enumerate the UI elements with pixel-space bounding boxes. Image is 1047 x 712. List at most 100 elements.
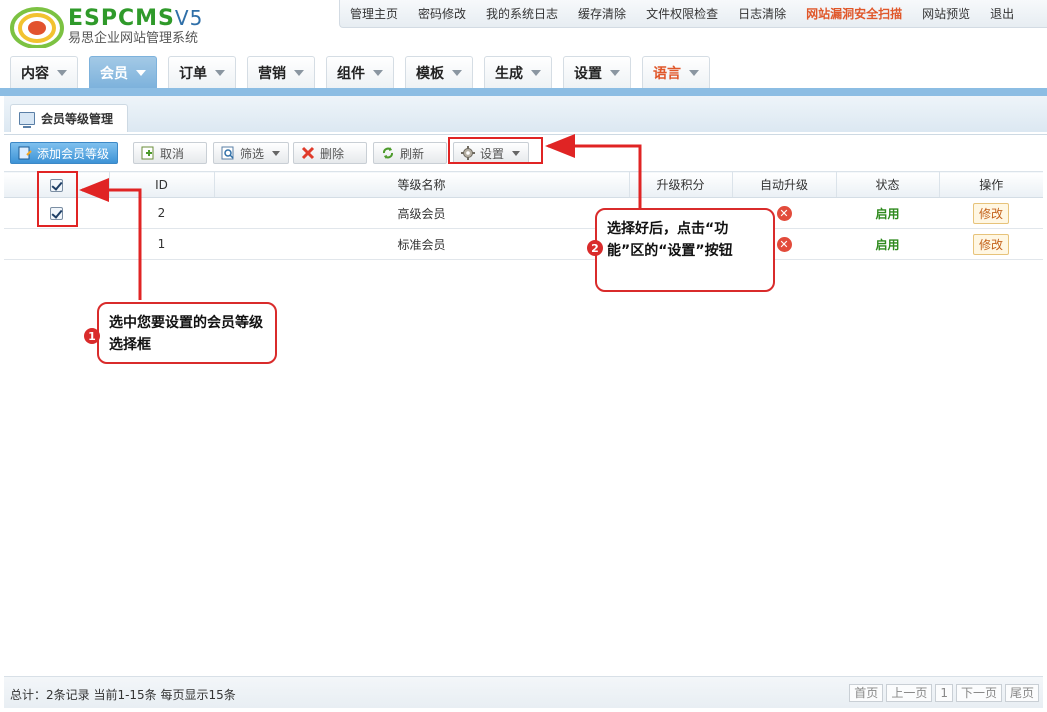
- table-row: 1 标准会员 ✕ 启用 修改: [4, 228, 1043, 260]
- refresh-button[interactable]: 刷新: [373, 142, 447, 164]
- header-status: 状态: [836, 171, 940, 198]
- footer-bar: 总计：2条记录 当前1-15条 每页显示15条 首页 上一页 1 下一页 尾页: [4, 676, 1043, 708]
- header-id: ID: [109, 171, 215, 198]
- cell-status: 启用: [836, 197, 939, 229]
- nav-tab-label: 设置: [574, 65, 602, 82]
- refresh-label: 刷新: [400, 146, 425, 161]
- filter-label: 筛选: [240, 146, 265, 161]
- delete-button[interactable]: 删除: [293, 142, 367, 164]
- add-member-level-label: 添加会员等级: [37, 146, 110, 161]
- toplink-home[interactable]: 管理主页: [350, 5, 398, 22]
- disabled-x-icon[interactable]: ✕: [776, 205, 792, 221]
- toplink-clear-log[interactable]: 日志清除: [738, 5, 786, 22]
- panel-tab-title: 会员等级管理: [41, 112, 114, 126]
- pager-prev-button[interactable]: 上一页: [886, 684, 933, 702]
- nav-tab-components[interactable]: 组件: [326, 56, 394, 88]
- nav-tab-label: 订单: [179, 65, 207, 82]
- filter-icon: [220, 145, 236, 161]
- monitor-icon: [19, 112, 35, 128]
- table-row: 2 高级会员 100 ✕ 启用 修改: [4, 197, 1043, 229]
- callout-step2-text: 选择好后，点击“功能”区的“设置”按钮: [607, 221, 733, 259]
- status-label[interactable]: 启用: [875, 238, 899, 252]
- cancel-label: 取消: [160, 146, 185, 161]
- panel-tab-member-level[interactable]: 会员等级管理: [10, 104, 129, 132]
- cell-id: 2: [109, 197, 214, 229]
- table-header-row: ID 等级名称 升级积分 自动升级 状态 操作: [4, 171, 1043, 198]
- chevron-down-icon: [215, 69, 225, 76]
- cell-status: 启用: [836, 228, 939, 260]
- edit-button[interactable]: 修改: [972, 233, 1009, 255]
- delete-icon: [300, 145, 316, 161]
- cancel-button[interactable]: 取消: [133, 142, 207, 164]
- step1-badge: 1: [84, 328, 100, 344]
- pager-last-button[interactable]: 尾页: [1004, 684, 1039, 702]
- pager-current-page[interactable]: 1: [935, 684, 953, 702]
- filter-button[interactable]: 筛选: [213, 142, 290, 164]
- nav-tab-label: 生成: [495, 65, 523, 82]
- top-links-bar: 管理主页 密码修改 我的系统日志 缓存清除 文件权限检查 日志清除 网站漏洞安全…: [339, 0, 1047, 28]
- nav-tab-label: 组件: [337, 65, 365, 82]
- nav-tab-templates[interactable]: 模板: [405, 56, 473, 88]
- nav-tab-marketing[interactable]: 营销: [247, 56, 315, 88]
- nav-tab-order[interactable]: 订单: [168, 56, 236, 88]
- nav-tab-settings[interactable]: 设置: [563, 56, 631, 88]
- step2-badge: 2: [587, 240, 603, 256]
- nav-divider-bar: [0, 88, 1047, 96]
- highlight-settings-button: [448, 137, 543, 164]
- logo-subtitle: 易思企业网站管理系统: [68, 31, 199, 46]
- refresh-icon: [380, 145, 396, 161]
- nav-tab-label: 营销: [258, 65, 286, 82]
- chevron-down-icon: [689, 69, 699, 76]
- chevron-down-icon: [57, 69, 67, 76]
- cancel-icon: [140, 145, 156, 161]
- cell-actions: 修改: [939, 228, 1043, 260]
- cell-level-name: 高级会员: [214, 197, 629, 229]
- status-label[interactable]: 启用: [875, 207, 899, 221]
- logo-brand: ESPCMS: [68, 6, 175, 31]
- chevron-down-icon: [136, 69, 146, 76]
- toplink-security-scan[interactable]: 网站漏洞安全扫描: [806, 5, 902, 22]
- toplink-clear-cache[interactable]: 缓存清除: [578, 5, 626, 22]
- nav-tab-label: 内容: [21, 65, 49, 82]
- nav-tab-generate[interactable]: 生成: [484, 56, 552, 88]
- header-auto-upgrade: 自动升级: [732, 171, 837, 198]
- add-member-level-button[interactable]: 添加会员等级: [10, 142, 119, 164]
- header-level-name: 等级名称: [214, 171, 630, 198]
- add-user-icon: [17, 145, 33, 161]
- cell-actions: 修改: [939, 197, 1043, 229]
- chevron-down-icon: [452, 69, 462, 76]
- row-select-cell: [4, 228, 109, 260]
- toplink-password[interactable]: 密码修改: [418, 5, 466, 22]
- nav-tab-member[interactable]: 会员: [89, 56, 157, 88]
- pager: 首页 上一页 1 下一页 尾页: [846, 684, 1039, 702]
- espcms-logo-icon: [10, 7, 64, 48]
- toplink-my-log[interactable]: 我的系统日志: [486, 5, 558, 22]
- callout-step2: 选择好后，点击“功能”区的“设置”按钮: [595, 208, 775, 292]
- edit-button[interactable]: 修改: [972, 202, 1009, 224]
- panel-header: 会员等级管理: [4, 96, 1047, 132]
- member-level-table: ID 等级名称 升级积分 自动升级 状态 操作 2 高级会员 100 ✕ 启用 …: [4, 171, 1043, 260]
- nav-tab-language[interactable]: 语言: [642, 56, 710, 88]
- nav-tab-label: 语言: [653, 65, 681, 82]
- header-actions: 操作: [939, 171, 1043, 198]
- toplink-preview[interactable]: 网站预览: [922, 5, 970, 22]
- pager-first-button[interactable]: 首页: [849, 684, 884, 702]
- callout-step1: 选中您要设置的会员等级选择框: [97, 302, 277, 364]
- delete-label: 删除: [320, 146, 345, 161]
- toplink-file-permission[interactable]: 文件权限检查: [646, 5, 718, 22]
- disabled-x-icon[interactable]: ✕: [776, 236, 792, 252]
- callout-step1-text: 选中您要设置的会员等级选择框: [109, 315, 263, 353]
- cell-level-name: 标准会员: [214, 228, 629, 260]
- toplink-logout[interactable]: 退出: [990, 5, 1014, 22]
- chevron-down-icon: [610, 69, 620, 76]
- chevron-down-icon: [373, 69, 383, 76]
- chevron-down-icon: [531, 69, 541, 76]
- nav-tab-content[interactable]: 内容: [10, 56, 78, 88]
- pager-next-button[interactable]: 下一页: [955, 684, 1002, 702]
- chevron-down-icon: [272, 150, 281, 156]
- record-summary: 总计：2条记录 当前1-15条 每页显示15条: [10, 688, 236, 702]
- main-nav: 内容 会员 订单 营销 组件 模板 生成 设置 语言: [10, 56, 721, 88]
- logo-text: ESPCMSV5: [68, 5, 203, 32]
- chevron-down-icon: [294, 69, 304, 76]
- highlight-checkbox-column: [37, 171, 78, 227]
